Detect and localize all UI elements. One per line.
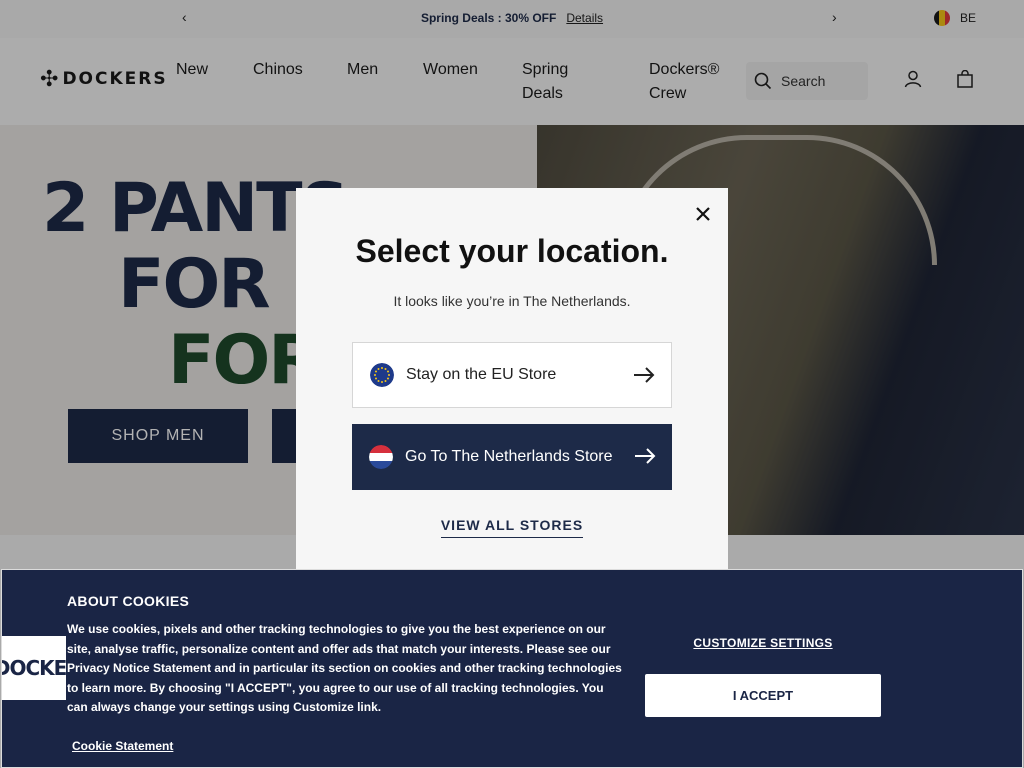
dockers-badge-logo: DOCKERS (2, 636, 66, 700)
modal-title: Select your location. (355, 233, 669, 269)
view-all-stores-wrap: VIEW ALL STORES (296, 517, 728, 538)
eu-flag-icon (370, 363, 394, 387)
go-netherlands-store-button[interactable]: Go To The Netherlands Store (352, 424, 672, 490)
nl-store-label: Go To The Netherlands Store (405, 448, 613, 465)
cookie-statement-link[interactable]: Cookie Statement (72, 739, 173, 753)
cookie-body-text: We use cookies, pixels and other trackin… (67, 622, 622, 714)
arrow-right-icon (635, 448, 656, 464)
modal-subtitle: It looks like you’re in The Netherlands. (393, 293, 631, 309)
view-all-stores-link[interactable]: VIEW ALL STORES (440, 517, 584, 538)
cookie-title: ABOUT COOKIES (67, 593, 190, 609)
cookie-banner: DOCKERS ABOUT COOKIES We use cookies, pi… (1, 569, 1023, 768)
netherlands-flag-icon (369, 445, 393, 469)
badge-wordmark: DOCKERS (2, 656, 66, 680)
location-modal: Select your location. It looks like you’… (296, 188, 728, 588)
close-icon[interactable] (695, 206, 711, 222)
accept-cookies-button[interactable]: I ACCEPT (645, 674, 881, 717)
customize-settings-link[interactable]: CUSTOMIZE SETTINGS (645, 636, 881, 650)
arrow-right-icon (634, 367, 655, 383)
stay-eu-store-button[interactable]: Stay on the EU Store (352, 342, 672, 408)
eu-store-label: Stay on the EU Store (406, 366, 557, 383)
